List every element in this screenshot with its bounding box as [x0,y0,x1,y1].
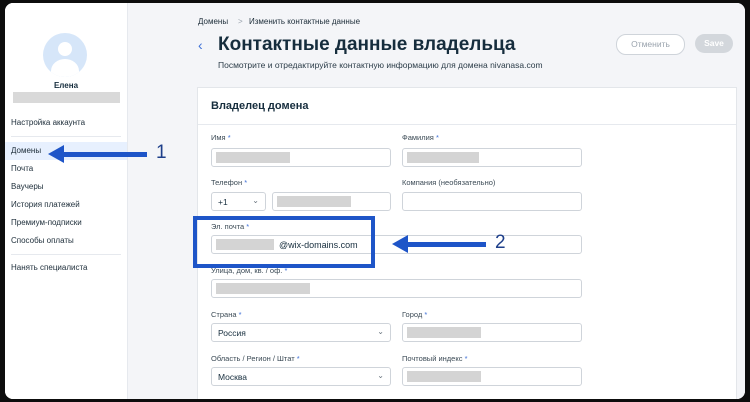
chevron-down-icon: ⌄ [377,371,384,380]
redacted-value [277,196,351,207]
sidebar-item-vouchers[interactable]: Ваучеры [11,182,44,192]
email-domain-suffix: @wix-domains.com [279,240,358,250]
redacted-value [407,327,481,338]
user-email-redacted [13,92,120,103]
phone-code-select[interactable]: +1 ⌄ [211,192,266,211]
section-divider [198,124,736,125]
phone-input[interactable] [272,192,391,211]
sidebar-item-payment-history[interactable]: История платежей [11,200,80,210]
company-label: Компания (необязательно) [402,178,496,187]
avatar-head-shape [58,42,72,56]
country-select[interactable]: Россия ⌄ [211,323,391,342]
breadcrumb-edit-contacts: Изменить контактные данные [249,17,361,26]
redacted-value [407,152,479,163]
last-name-input[interactable] [402,148,582,167]
annotation-arrow-2 [406,242,486,247]
redacted-value [216,152,290,163]
sidebar-item-mail[interactable]: Почта [11,164,33,174]
first-name-label: Имя * [211,133,231,142]
chevron-down-icon: ⌄ [377,327,384,336]
last-name-label: Фамилия * [402,133,439,142]
page-title: Контактные данные владельца [218,34,516,55]
sidebar-item-premium-subscriptions[interactable]: Премиум-подписки [11,218,82,228]
sidebar-item-account-settings[interactable]: Настройка аккаунта [11,118,85,128]
page-subtitle: Посмотрите и отредактируйте контактную и… [218,60,543,70]
save-button[interactable]: Save [695,34,733,53]
annotation-number-1: 1 [156,142,167,163]
sidebar-divider [11,136,121,137]
country-value: Россия [218,328,246,338]
company-input[interactable] [402,192,582,211]
breadcrumb-separator: > [238,17,243,26]
zip-input[interactable] [402,367,582,386]
avatar[interactable] [43,33,87,77]
region-value: Москва [218,372,248,382]
annotation-arrow-1 [62,152,147,157]
redacted-value [407,371,481,382]
sidebar-item-payment-methods[interactable]: Способы оплаты [11,236,74,246]
sidebar: Елена Настройка аккаунта Домены Почта Ва… [5,3,128,399]
first-name-input[interactable] [211,148,391,167]
city-input[interactable] [402,323,582,342]
annotation-number-2: 2 [495,232,506,253]
address-input[interactable] [211,279,582,298]
zip-label: Почтовый индекс * [402,354,468,363]
chevron-down-icon: ⌄ [252,196,259,205]
browser-frame: Елена Настройка аккаунта Домены Почта Ва… [5,3,745,399]
sidebar-item-domains[interactable]: Домены [11,146,41,156]
sidebar-divider [11,254,121,255]
cancel-button[interactable]: Отменить [616,34,685,55]
phone-code-value: +1 [218,197,228,207]
sidebar-item-hire-expert[interactable]: Нанять специалиста [11,263,87,273]
main-area: Домены > Изменить контактные данные ‹ Ко… [128,3,745,399]
region-label: Область / Регион / Штат * [211,354,300,363]
user-name: Елена [53,81,79,90]
phone-label: Телефон * [211,178,248,187]
redacted-value [216,283,310,294]
city-label: Город * [402,310,428,319]
country-label: Страна * [211,310,242,319]
avatar-body-shape [51,59,79,77]
breadcrumb-domains[interactable]: Домены [198,17,228,26]
back-arrow-icon[interactable]: ‹ [198,37,203,53]
section-title: Владелец домена [211,100,309,112]
region-select[interactable]: Москва ⌄ [211,367,391,386]
